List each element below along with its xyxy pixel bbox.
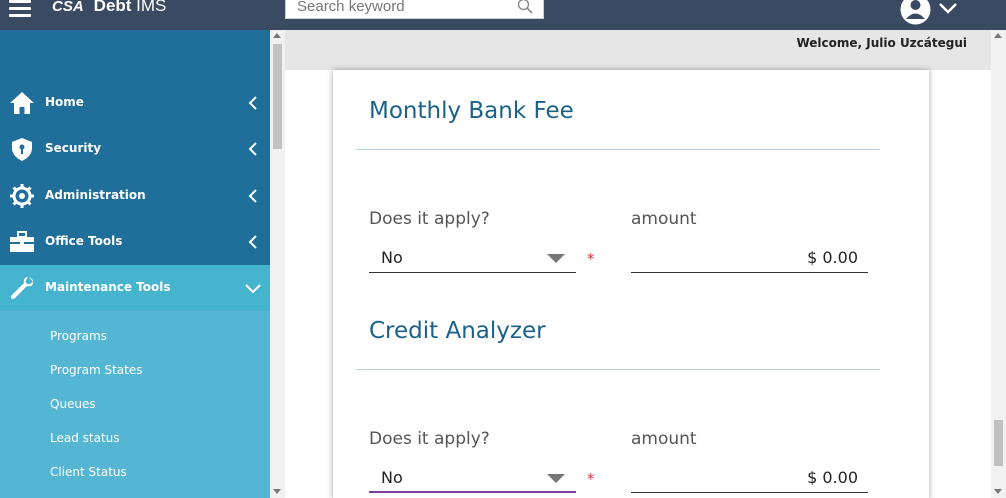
section-divider	[356, 369, 880, 370]
required-marker: *	[587, 250, 595, 268]
welcome-text: Welcome, Julio Uzcátegui	[796, 36, 967, 50]
user-avatar-icon[interactable]	[900, 0, 931, 25]
scroll-up-arrow-icon[interactable]	[994, 33, 1002, 38]
submenu-item-client-status[interactable]: Client Status	[50, 465, 127, 479]
search-input[interactable]	[286, 0, 506, 17]
credit-analyzer-apply-select[interactable]: No	[369, 465, 576, 493]
amount-label: amount	[631, 209, 697, 229]
apply-label: Does it apply?	[369, 209, 490, 229]
sidebar-item-label: Security	[45, 141, 102, 155]
wrench-icon	[10, 277, 34, 300]
sidebar: Home Security Administration Office Tool…	[0, 30, 270, 498]
credit-analyzer-amount-input[interactable]: $ 0.00	[631, 465, 868, 493]
section-title-monthly-bank-fee: Monthly Bank Fee	[369, 98, 574, 124]
user-menu[interactable]	[900, 0, 964, 26]
submenu-item-queues[interactable]: Queues	[50, 397, 96, 411]
chevron-left-icon	[248, 142, 257, 156]
submenu-item-lead-status[interactable]: Lead status	[50, 431, 120, 445]
required-marker: *	[587, 470, 595, 488]
chevron-left-icon	[248, 96, 257, 110]
select-value: No	[381, 468, 403, 487]
submenu-item-programs[interactable]: Programs	[50, 329, 107, 343]
scroll-down-arrow-icon[interactable]	[994, 489, 1002, 494]
maintenance-submenu: Programs Program States Queues Lead stat…	[0, 311, 270, 498]
scrollbar-thumb[interactable]	[994, 420, 1003, 466]
chevron-down-icon[interactable]	[938, 1, 958, 15]
main-area: Welcome, Julio Uzcátegui Monthly Bank Fe…	[285, 30, 991, 498]
amount-value: $ 0.00	[807, 468, 858, 487]
chevron-left-icon	[248, 235, 257, 249]
chevron-left-icon	[248, 189, 257, 203]
chevron-down-icon	[245, 284, 261, 294]
toolbox-icon	[10, 231, 34, 252]
app-name-rest: IMS	[131, 0, 167, 15]
search-icon[interactable]	[517, 0, 533, 14]
gear-icon	[10, 184, 34, 208]
top-bar: CSA Debt IMS	[0, 0, 1006, 30]
search-box	[285, 0, 544, 19]
sidebar-item-office-tools[interactable]: Office Tools	[0, 219, 270, 265]
sidebar-item-maintenance-tools[interactable]: Maintenance Tools	[0, 265, 270, 311]
menu-icon[interactable]	[9, 0, 33, 17]
shield-icon	[12, 138, 32, 161]
app-name-bold: Debt	[93, 0, 132, 15]
dropdown-arrow-icon[interactable]	[547, 254, 565, 263]
bank-fee-apply-select[interactable]: No	[369, 245, 576, 273]
settings-card: Monthly Bank Fee Does it apply? amount N…	[333, 70, 929, 498]
brand-logo: CSA	[52, 0, 84, 15]
sidebar-item-label: Maintenance Tools	[45, 280, 171, 294]
home-icon	[10, 92, 34, 114]
scroll-up-arrow-icon[interactable]	[273, 33, 281, 38]
welcome-bar: Welcome, Julio Uzcátegui	[285, 30, 991, 70]
app-brand[interactable]: CSA Debt IMS	[52, 0, 166, 16]
sidebar-item-administration[interactable]: Administration	[0, 173, 270, 219]
sidebar-scrollbar[interactable]	[270, 30, 285, 498]
dropdown-arrow-icon[interactable]	[547, 474, 565, 483]
amount-value: $ 0.00	[807, 248, 858, 267]
sidebar-item-home[interactable]: Home	[0, 80, 270, 126]
select-value: No	[381, 248, 403, 267]
sidebar-item-label: Administration	[45, 188, 146, 202]
amount-label: amount	[631, 429, 697, 449]
section-divider	[356, 149, 880, 150]
bank-fee-amount-input[interactable]: $ 0.00	[631, 245, 868, 273]
submenu-item-program-states[interactable]: Program States	[50, 363, 142, 377]
apply-label: Does it apply?	[369, 429, 490, 449]
sidebar-item-label: Home	[45, 95, 84, 109]
sidebar-item-label: Office Tools	[45, 234, 123, 248]
main-scrollbar[interactable]	[991, 30, 1006, 498]
scrollbar-thumb[interactable]	[273, 44, 282, 149]
sidebar-item-security[interactable]: Security	[0, 126, 270, 172]
scroll-down-arrow-icon[interactable]	[273, 489, 281, 494]
section-title-credit-analyzer: Credit Analyzer	[369, 318, 546, 344]
